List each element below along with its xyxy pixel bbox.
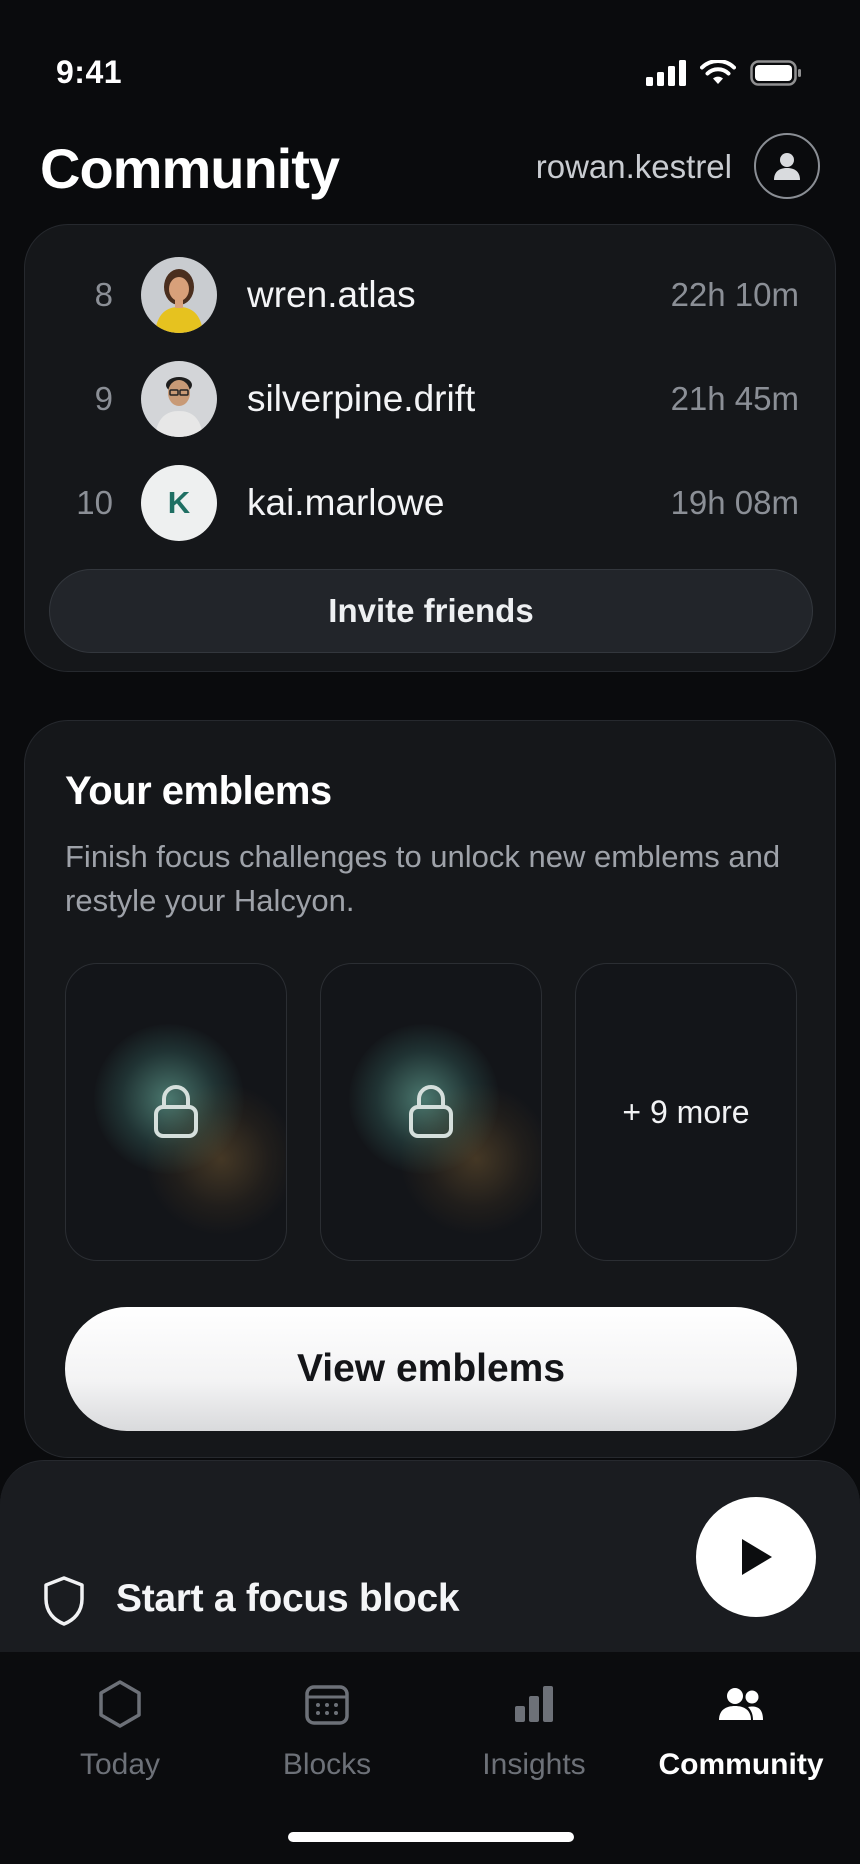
focus-time: 19h 08m (670, 484, 799, 521)
focus-time: 21h 45m (670, 380, 799, 417)
community-screen: 9:41 Community rowan.kestrel 8 wren.atla… (0, 0, 860, 1864)
profile-button[interactable] (754, 133, 820, 199)
leaderboard-row[interactable]: 10 K kai.marlowe 19h 08m (25, 463, 837, 543)
page-title: Community (40, 137, 340, 200)
tab-label: Insights (482, 1748, 586, 1781)
avatar: K (141, 465, 217, 541)
rank-number: 9 (94, 380, 113, 417)
start-focus-play-button[interactable] (696, 1497, 816, 1617)
emblem-tile-more[interactable]: + 9 more (575, 963, 797, 1261)
avatar (141, 361, 217, 437)
leaderboard-row[interactable]: 9 silverpine.drift 21h 45m (25, 359, 837, 439)
lock-icon (154, 1085, 198, 1138)
wifi-icon (700, 60, 736, 84)
status-time: 9:41 (56, 54, 123, 90)
lock-icon (409, 1085, 453, 1138)
tab-today[interactable]: Today (20, 1678, 220, 1782)
tab-label: Blocks (282, 1748, 372, 1781)
hexagon-icon (99, 1680, 141, 1728)
view-emblems-button[interactable]: View emblems (65, 1307, 797, 1431)
more-emblems-label: + 9 more (622, 1093, 750, 1130)
emblem-tile-locked[interactable] (65, 963, 287, 1261)
bar-chart-icon (515, 1686, 553, 1722)
tab-community[interactable]: Community (641, 1678, 841, 1782)
focus-time: 22h 10m (670, 276, 799, 313)
person-icon (774, 153, 800, 180)
invite-friends-button[interactable]: Invite friends (49, 569, 813, 653)
focus-block-label: Start a focus block (116, 1577, 460, 1620)
user-name: kai.marlowe (247, 482, 445, 523)
tab-label: Today (79, 1748, 161, 1781)
play-icon (742, 1539, 772, 1575)
status-icons (646, 60, 802, 86)
user-name: silverpine.drift (247, 378, 476, 419)
tab-insights[interactable]: Insights (434, 1678, 634, 1782)
cellular-signal-icon (646, 60, 686, 86)
emblem-tile-locked[interactable] (320, 963, 542, 1261)
battery-icon (750, 60, 801, 86)
home-indicator (288, 1832, 574, 1842)
calendar-icon (305, 1685, 349, 1725)
leaderboard-row[interactable]: 8 wren.atlas 22h 10m (25, 255, 837, 335)
tab-label: Community (658, 1748, 824, 1781)
leaderboard-card: 8 wren.atlas 22h 10m 9 silverpine.drift … (24, 224, 836, 672)
rank-number: 10 (76, 484, 113, 521)
emblems-description: Finish focus challenges to unlock new em… (65, 839, 781, 918)
avatar (141, 257, 217, 333)
rank-number: 8 (94, 276, 113, 313)
user-name: wren.atlas (247, 274, 416, 315)
people-icon (719, 1688, 763, 1720)
emblems-title: Your emblems (65, 769, 332, 813)
shield-icon (44, 1576, 84, 1626)
tab-blocks[interactable]: Blocks (227, 1678, 427, 1782)
emblems-card: Your emblems Finish focus challenges to … (24, 720, 836, 1458)
username-label: rowan.kestrel (535, 148, 732, 185)
